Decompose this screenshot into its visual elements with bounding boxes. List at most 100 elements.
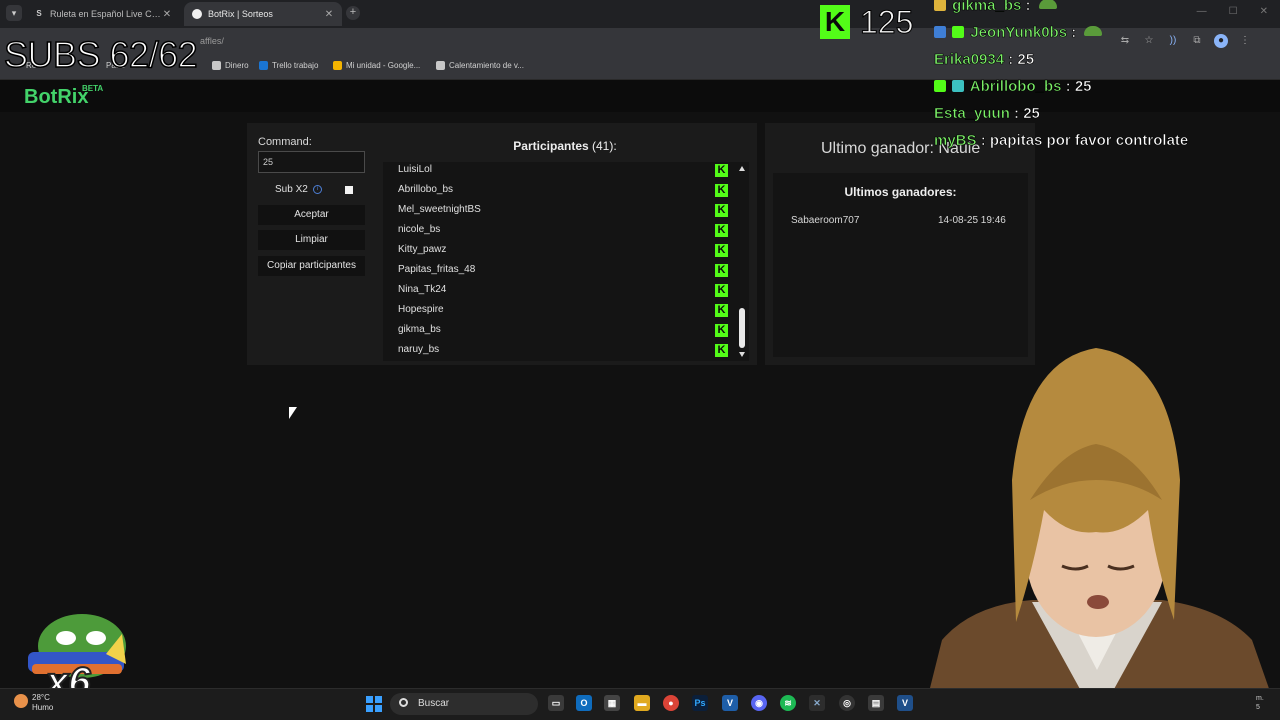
command-label: Command: [258,136,312,148]
chat-message: 25 [1017,51,1035,69]
kick-icon: K [715,264,728,277]
chat-user: Erika0934 [934,51,1005,69]
info-icon[interactable]: i [313,185,322,194]
chat-message: 25 [1074,78,1092,96]
chat-separator: : [1061,78,1075,96]
participant-name: LuisiLol [398,164,432,175]
chat-separator: : [976,132,990,150]
photoshop-icon[interactable]: Ps [692,695,708,711]
weather-desc: Humo [32,703,54,712]
file-explorer-icon[interactable]: ▬ [634,695,650,711]
scrollbar-thumb[interactable] [739,308,745,348]
participant-name: nicole_bs [398,224,441,235]
hat-emote-icon [1084,26,1103,36]
chat-overlay: gikma_bs : JeonYunk0bs : Erika0934 : 25 … [934,0,1280,160]
tab-label: Ruleta en Español Live Casino [50,9,162,19]
bookmark-label: Trello trabajo [272,61,319,70]
kick-icon: K [715,184,728,197]
obs-icon[interactable]: ◎ [839,695,855,711]
hat-emote-icon [1038,0,1057,9]
taskbar-search[interactable]: Buscar [390,693,538,715]
scroll-up-arrow-icon[interactable] [739,166,745,171]
bookmark-label: Dinero [225,61,249,70]
chat-user: gikma_bs [952,0,1022,14]
xbox-icon[interactable]: ✕ [809,695,825,711]
chat-separator: : [1009,105,1024,123]
kick-icon: K [715,304,728,317]
last-winner-label: Ultimo ganador: [821,140,934,157]
subs-counter: SUBS 62/62 [3,33,198,76]
system-tray[interactable]: m. 5 [1256,694,1264,712]
kick-icon: K [715,164,728,177]
participants-list[interactable]: LuisiLol K Abrillobo_bs K Mel_sweetnightBS… [383,162,749,361]
participants-heading: Participantes (41): [380,139,750,153]
copy-participants-button[interactable]: Copiar participantes [258,256,365,276]
chat-user: Esta_yuun [934,105,1010,123]
address-bar[interactable]: affles/ [200,36,224,46]
subx2-checkbox[interactable] [345,186,353,194]
kick-icon: K [715,204,728,217]
vegas-icon[interactable]: V [722,695,738,711]
bookmark-item[interactable]: Calentamiento de v... [436,61,524,70]
chat-message: papitas por favor controlate [989,132,1189,150]
participants-count: (41): [592,139,617,153]
weather-widget[interactable]: 28°C Humo [32,693,53,713]
discord-icon[interactable]: ◉ [751,695,767,711]
scroll-down-arrow-icon[interactable] [739,352,745,357]
task-view-icon[interactable]: ▭ [548,695,564,711]
screen: ▾ S Ruleta en Español Live Casino ✕ BotR… [0,0,1280,720]
bookmark-label: Mi unidad - Google... [346,61,421,70]
participant-name: Abrillobo_bs [398,184,454,195]
kick-follower-count: 125 [859,4,914,41]
list-item: LuisiLol K [398,162,728,182]
tray-line: m. [1256,695,1264,702]
participant-name: Nina_Tk24 [398,284,447,295]
tab-search-button[interactable]: ▾ [6,5,22,21]
spotify-icon[interactable]: ≋ [780,695,796,711]
sub-badge-icon [952,80,965,92]
outlook-icon[interactable]: O [576,695,592,711]
command-input[interactable] [258,151,365,173]
chat-separator: : [1067,24,1077,42]
participant-name: Kitty_pawz [398,244,447,255]
participant-name: gikma_bs [398,324,441,335]
weather-temp: 28°C [32,693,50,702]
chrome-icon[interactable]: ● [663,695,679,711]
bookmark-item[interactable]: Trello trabajo [259,61,318,70]
list-item: gikma_bs K [398,322,728,342]
kick-icon: K [715,244,728,257]
participant-name: Hopespire [398,304,444,315]
crown-badge-icon [934,0,946,11]
close-tab-icon[interactable]: ✕ [162,9,172,20]
chat-separator: : [1021,0,1031,14]
google-drive-icon [333,61,342,70]
store-icon[interactable]: ▦ [604,695,620,711]
participant-name: Papitas_fritas_48 [398,264,476,275]
kick-icon: K [715,284,728,297]
winner-name: Sabaeroom707 [791,215,860,226]
close-tab-icon[interactable]: ✕ [324,9,334,20]
new-tab-button[interactable]: + [346,6,360,20]
chat-message: 25 [1023,105,1040,123]
tab-label: BotRix | Sorteos [208,9,273,19]
vtube-studio-icon[interactable]: V [897,695,913,711]
clear-button[interactable]: Limpiar [258,230,365,250]
bookmark-item[interactable]: Dinero [212,61,249,70]
chat-line: gikma_bs : [934,0,1057,14]
search-icon [399,698,408,707]
botrix-logo[interactable]: BotRix [24,86,88,109]
windows-start-icon[interactable] [366,696,382,712]
tab-favicon-icon: S [36,9,42,18]
calculator-icon[interactable]: ▤ [868,695,884,711]
vtuber-avatar [922,348,1280,720]
tab-botrix[interactable]: BotRix | Sorteos ✕ [184,2,342,26]
accept-button[interactable]: Aceptar [258,205,365,225]
list-item: Abrillobo_bs K [398,182,728,202]
winner-date: 14-08-25 19:46 [938,215,1006,226]
tab-ruleta[interactable]: S Ruleta en Español Live Casino ✕ [26,2,180,26]
chat-user: myBS [934,132,977,150]
list-item: Nina_Tk24 K [398,282,728,302]
chat-line: myBS : papitas por favor controlate [934,132,1189,150]
participant-name: naruy_bs [398,344,440,355]
bookmark-item[interactable]: Mi unidad - Google... [333,61,420,70]
